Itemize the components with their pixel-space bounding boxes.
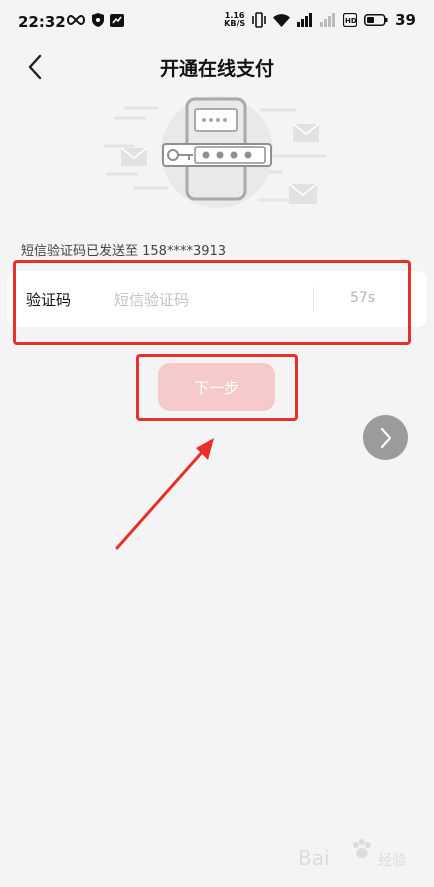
signal-no-sim-icon bbox=[320, 13, 336, 27]
annotation-arrow bbox=[115, 438, 214, 550]
svg-text:HD: HD bbox=[345, 17, 357, 25]
battery-level: 39 bbox=[395, 11, 416, 29]
chevron-right-icon bbox=[380, 427, 391, 448]
shield-icon bbox=[92, 13, 104, 27]
highlight-box-code-row bbox=[13, 260, 411, 345]
status-bar: 22:32 1.16 KB/S HD 39 bbox=[0, 0, 434, 44]
network-speed: 1.16 KB/S bbox=[224, 11, 246, 28]
baidu-jingyan-watermark: Bai 经验 bbox=[298, 839, 406, 870]
infinity-icon bbox=[67, 14, 85, 26]
floating-next-button[interactable] bbox=[363, 415, 408, 460]
signal-icon bbox=[297, 13, 313, 27]
wifi-icon bbox=[273, 13, 291, 27]
highlight-box-next-button bbox=[136, 354, 298, 421]
sms-verification-illustration bbox=[103, 96, 327, 208]
svg-text:经验: 经验 bbox=[378, 853, 406, 869]
hd-icon: HD bbox=[343, 13, 358, 27]
sms-sent-notice: 短信验证码已发送至 158****3913 bbox=[21, 244, 227, 259]
svg-text:Bai: Bai bbox=[298, 846, 330, 870]
battery-icon bbox=[364, 14, 388, 26]
status-time: 22:32 bbox=[18, 13, 66, 31]
vibrate-icon bbox=[252, 12, 266, 28]
header-bar: 开通在线支付 bbox=[0, 44, 434, 90]
page-title: 开通在线支付 bbox=[159, 58, 274, 80]
message-icon bbox=[110, 13, 124, 27]
